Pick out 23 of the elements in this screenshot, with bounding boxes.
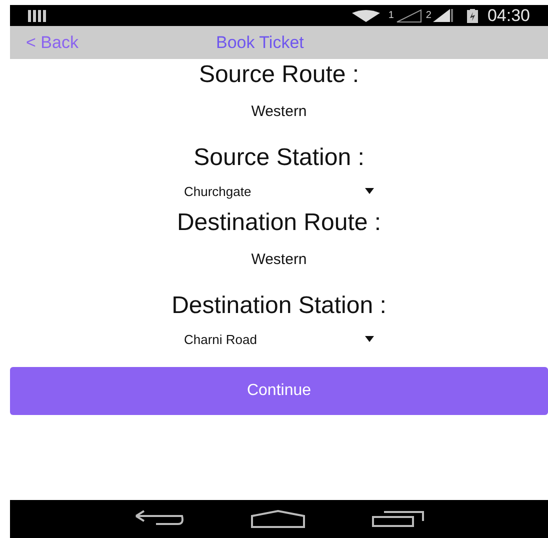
screen-title: Book Ticket — [216, 32, 304, 54]
wifi-icon — [352, 10, 380, 22]
continue-button[interactable]: Continue — [10, 367, 548, 415]
station-dropdown[interactable]: Charni Road — [184, 330, 374, 349]
signal-icon — [433, 9, 454, 22]
field-label: Destination Station : — [172, 292, 386, 320]
home-icon[interactable] — [250, 510, 305, 528]
sim-label: 2 — [426, 9, 432, 23]
sim-label: 1 — [388, 9, 394, 23]
field-label: Source Station : — [194, 144, 364, 172]
barcode-icon — [28, 10, 46, 22]
dropdown-caret-icon — [365, 336, 374, 342]
recent-apps-icon[interactable] — [372, 511, 424, 527]
signal-empty-icon — [396, 8, 422, 22]
station-dropdown[interactable]: Churchgate — [184, 182, 374, 201]
back-icon[interactable] — [134, 510, 184, 528]
field-label: Destination Route : — [176, 209, 382, 237]
dropdown-caret-icon — [365, 188, 374, 194]
route-value: Western — [251, 250, 307, 270]
route-value: Western — [251, 102, 307, 122]
clock-time: 04:30 — [487, 4, 530, 27]
field-label: Source Route : — [198, 61, 360, 89]
battery-icon — [467, 8, 478, 22]
